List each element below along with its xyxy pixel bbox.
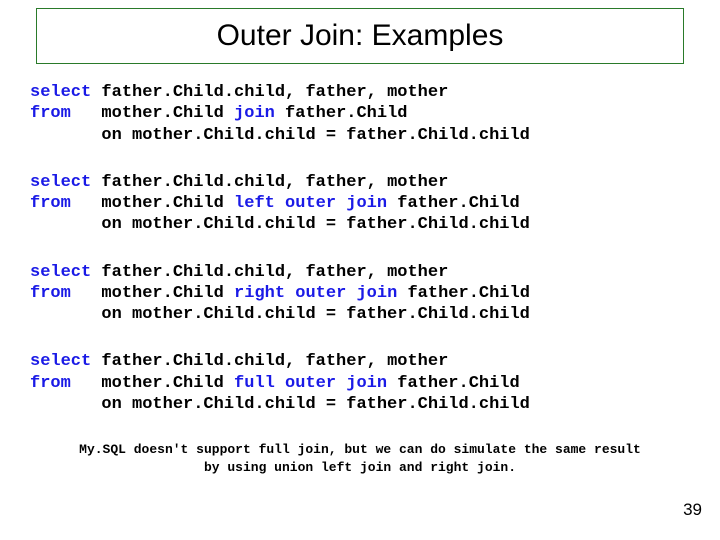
keyword-select: select — [30, 352, 91, 371]
keyword-from: from — [30, 284, 71, 303]
code-block-4: select father.Child.child, father, mothe… — [16, 351, 704, 415]
keyword-right-outer-join: right outer join — [234, 284, 397, 303]
code-text: father.Child.child, father, mother — [91, 263, 448, 282]
code-text: mother.Child — [71, 284, 234, 303]
code-text: on mother.Child.child = father.Child.chi… — [30, 126, 530, 145]
keyword-left-outer-join: left outer join — [234, 194, 387, 213]
keyword-full-outer-join: full outer join — [234, 374, 387, 393]
page-title: Outer Join: Examples — [57, 19, 663, 53]
code-text: father.Child — [275, 104, 408, 123]
keyword-select: select — [30, 263, 91, 282]
code-text: father.Child.child, father, mother — [91, 173, 448, 192]
code-text: father.Child.child, father, mother — [91, 83, 448, 102]
keyword-select: select — [30, 83, 91, 102]
page-number: 39 — [683, 500, 702, 520]
code-text: father.Child — [397, 284, 530, 303]
code-block-2: select father.Child.child, father, mothe… — [16, 172, 704, 236]
code-text: mother.Child — [71, 374, 234, 393]
code-text: on mother.Child.child = father.Child.chi… — [30, 215, 530, 234]
code-text: mother.Child — [71, 194, 234, 213]
code-block-3: select father.Child.child, father, mothe… — [16, 262, 704, 326]
code-text: father.Child — [387, 374, 520, 393]
title-box: Outer Join: Examples — [36, 8, 684, 64]
code-block-1: select father.Child.child, father, mothe… — [16, 82, 704, 146]
code-text: on mother.Child.child = father.Child.chi… — [30, 395, 530, 414]
keyword-from: from — [30, 374, 71, 393]
code-text: father.Child.child, father, mother — [91, 352, 448, 371]
keyword-from: from — [30, 104, 71, 123]
footnote: My.SQL doesn't support full join, but we… — [16, 441, 704, 476]
code-text: on mother.Child.child = father.Child.chi… — [30, 305, 530, 324]
keyword-join: join — [234, 104, 275, 123]
code-text: mother.Child — [71, 104, 234, 123]
keyword-from: from — [30, 194, 71, 213]
keyword-select: select — [30, 173, 91, 192]
code-text: father.Child — [387, 194, 520, 213]
